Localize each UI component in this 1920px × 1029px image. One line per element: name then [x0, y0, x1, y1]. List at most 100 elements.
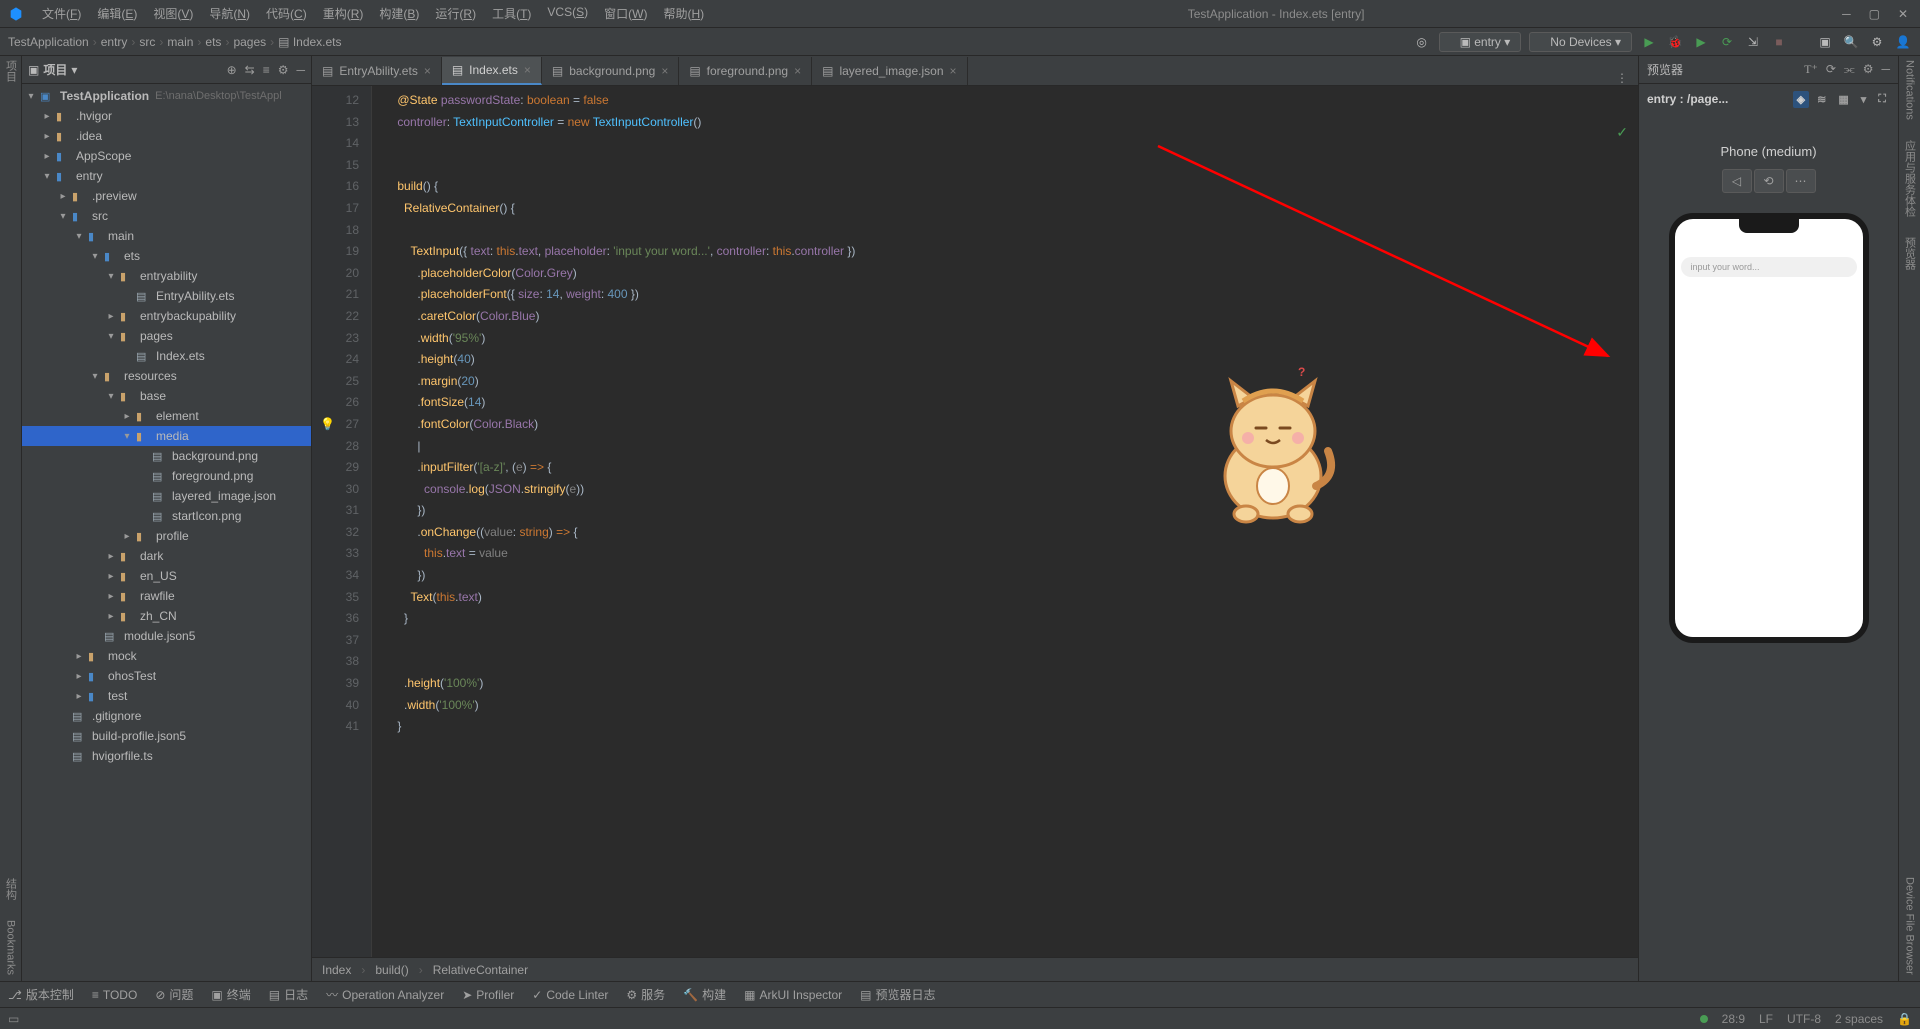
tree-folder[interactable]: ▾▮main — [22, 226, 311, 246]
tree-folder[interactable]: ▸▮test — [22, 686, 311, 706]
status-msg-icon[interactable]: ▭ — [8, 1012, 19, 1026]
gear-icon[interactable]: ⚙ — [1863, 62, 1874, 77]
tree-folder[interactable]: ▸▮.idea — [22, 126, 311, 146]
device-selector[interactable]: No Devices ▾ — [1529, 32, 1632, 52]
editor-tab[interactable]: ▤background.png× — [542, 57, 679, 85]
hide-icon[interactable]: ─ — [1881, 62, 1890, 77]
tree-file[interactable]: ▤hvigorfile.ts — [22, 746, 311, 766]
bottom-tool[interactable]: ▤预览器日志 — [860, 986, 935, 1003]
tree-file[interactable]: ▤module.json5 — [22, 626, 311, 646]
bottom-tool[interactable]: ➤Profiler — [462, 988, 514, 1002]
breadcrumb-item[interactable]: ets — [205, 35, 221, 49]
inspection-ok-icon[interactable]: ✓ — [1616, 122, 1628, 144]
encoding[interactable]: UTF-8 — [1787, 1012, 1821, 1026]
bottom-tool[interactable]: ▣终端 — [211, 986, 250, 1003]
breadcrumb-item[interactable]: pages — [233, 35, 266, 49]
tree-file[interactable]: ▤startIcon.png — [22, 506, 311, 526]
code-content[interactable]: @State passwordState: boolean = false co… — [372, 86, 1638, 957]
menu-item[interactable]: 导航(N) — [203, 3, 256, 24]
right-tool-devfile[interactable]: Device File Browser — [1904, 877, 1916, 975]
menu-item[interactable]: 编辑(E) — [91, 3, 143, 24]
refresh-icon[interactable]: ⟳ — [1718, 33, 1736, 51]
bottom-tool[interactable]: ⊘问题 — [155, 986, 193, 1003]
tree-folder[interactable]: ▸▮AppScope — [22, 146, 311, 166]
tree-folder[interactable]: ▸▮en_US — [22, 566, 311, 586]
settings-icon[interactable]: ⚙ — [1868, 33, 1886, 51]
tree-folder[interactable]: ▸▮.hvigor — [22, 106, 311, 126]
toggle-1[interactable]: ◈ — [1793, 91, 1809, 108]
tree-folder[interactable]: ▾▮base — [22, 386, 311, 406]
tree-folder[interactable]: ▾▮src — [22, 206, 311, 226]
menu-item[interactable]: 视图(V) — [147, 3, 199, 24]
close-icon[interactable]: ✕ — [1898, 7, 1908, 21]
debug-icon[interactable]: 🐞 — [1666, 33, 1684, 51]
left-tool-structure[interactable]: 结构 — [3, 878, 19, 900]
toggle-crop[interactable]: ⛶ — [1874, 91, 1890, 108]
tree-root[interactable]: ▾▣TestApplicationE:\nana\Desktop\TestApp… — [22, 86, 311, 106]
tree-folder[interactable]: ▸▮mock — [22, 646, 311, 666]
toggle-dd[interactable]: ▾ — [1857, 91, 1871, 108]
hide-icon[interactable]: ─ — [296, 63, 305, 77]
tree-folder[interactable]: ▸▮element — [22, 406, 311, 426]
editor-tab[interactable]: ▤layered_image.json× — [812, 57, 967, 85]
bottom-tool[interactable]: 〰Operation Analyzer — [326, 986, 444, 1003]
right-tool-preview[interactable]: 预览器 — [1902, 237, 1918, 270]
tree-file[interactable]: ▤build-profile.json5 — [22, 726, 311, 746]
bottom-tool[interactable]: ▦ArkUI Inspector — [744, 988, 842, 1002]
project-tree[interactable]: ▾▣TestApplicationE:\nana\Desktop\TestApp… — [22, 84, 311, 981]
account-icon[interactable]: 👤 — [1894, 33, 1912, 51]
tree-folder[interactable]: ▸▮ohosTest — [22, 666, 311, 686]
reload-icon[interactable]: ⟳ — [1826, 62, 1836, 77]
bottom-tool[interactable]: ⎇版本控制 — [8, 986, 74, 1003]
code-crumb[interactable]: build() — [375, 963, 408, 977]
lock-icon[interactable]: 🔒 — [1897, 1012, 1912, 1026]
gear-icon[interactable]: ⚙ — [278, 63, 289, 77]
tree-file[interactable]: ▤layered_image.json — [22, 486, 311, 506]
collapse-icon[interactable]: ≡ — [263, 63, 270, 77]
tree-file[interactable]: ▤Index.ets — [22, 346, 311, 366]
tree-folder[interactable]: ▸▮.preview — [22, 186, 311, 206]
line-sep[interactable]: LF — [1759, 1012, 1773, 1026]
tree-folder[interactable]: ▸▮zh_CN — [22, 606, 311, 626]
menu-item[interactable]: 运行(R) — [429, 3, 482, 24]
bottom-tool[interactable]: ≡TODO — [92, 988, 137, 1002]
toggle-grid[interactable]: ▦ — [1834, 91, 1852, 108]
tree-folder[interactable]: ▾▮pages — [22, 326, 311, 346]
breadcrumb-item[interactable]: TestApplication — [8, 35, 89, 49]
tabs-more-icon[interactable]: ⋮ — [1606, 71, 1638, 85]
code-crumb[interactable]: Index — [322, 963, 351, 977]
sidebar-title[interactable]: ▣ 项目 ▾ — [28, 61, 77, 78]
menu-item[interactable]: 文件(F) — [36, 3, 87, 24]
expand-icon[interactable]: ⇆ — [245, 63, 255, 77]
editor-tab[interactable]: ▤Index.ets× — [442, 57, 542, 85]
bottom-tool[interactable]: ▤日志 — [269, 986, 308, 1003]
more-icon[interactable]: ⋯ — [1786, 169, 1816, 193]
breadcrumb-item[interactable]: ▤ Index.ets — [278, 35, 341, 49]
run-icon[interactable]: ▶ — [1640, 33, 1658, 51]
tree-folder[interactable]: ▾▮ets — [22, 246, 311, 266]
tree-folder[interactable]: ▾▮resources — [22, 366, 311, 386]
menu-item[interactable]: 代码(C) — [260, 3, 313, 24]
tree-file[interactable]: ▤background.png — [22, 446, 311, 466]
menu-item[interactable]: 窗口(W) — [598, 3, 653, 24]
tree-folder[interactable]: ▾▮entry — [22, 166, 311, 186]
breadcrumb-item[interactable]: entry — [101, 35, 128, 49]
tree-folder[interactable]: ▸▮profile — [22, 526, 311, 546]
update-icon[interactable]: ▣ — [1816, 33, 1834, 51]
phone-preview[interactable]: input your word... — [1669, 213, 1869, 643]
locate-icon[interactable]: ⊕ — [227, 63, 237, 77]
inspect-icon[interactable]: ⫘ — [1844, 62, 1855, 77]
rotate-icon[interactable]: ⟲ — [1754, 169, 1784, 193]
left-tool-bookmarks[interactable]: Bookmarks — [5, 920, 17, 975]
run-config-selector[interactable]: ▣ entry ▾ — [1439, 32, 1522, 52]
left-tool-project[interactable]: 项目 — [3, 60, 19, 82]
right-tool-notif[interactable]: Notifications — [1904, 60, 1916, 120]
bottom-tool[interactable]: ⚙服务 — [626, 986, 665, 1003]
menu-item[interactable]: 工具(T) — [486, 3, 537, 24]
maximize-icon[interactable]: ▢ — [1869, 7, 1880, 21]
back-icon[interactable]: ◁ — [1722, 169, 1752, 193]
bottom-tool[interactable]: ✓Code Linter — [532, 988, 608, 1002]
target-icon[interactable]: ◎ — [1413, 33, 1431, 51]
tree-folder[interactable]: ▸▮dark — [22, 546, 311, 566]
menu-item[interactable]: 构建(B) — [373, 3, 425, 24]
